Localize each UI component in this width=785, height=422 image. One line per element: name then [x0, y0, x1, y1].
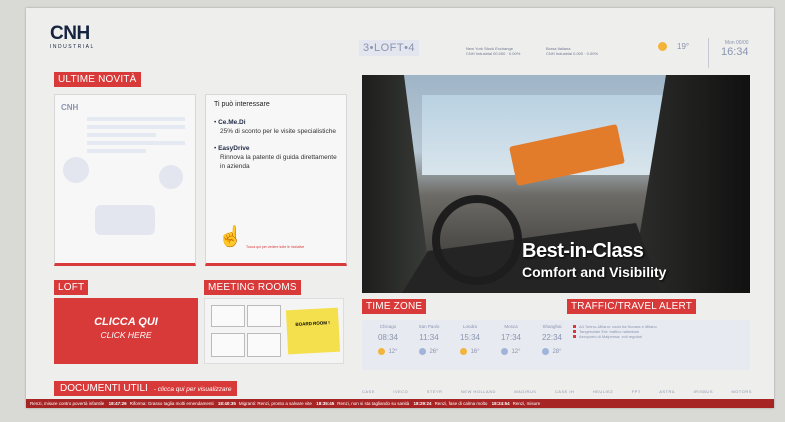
info-card-footer: Tocca qui per vedere tutte le iniziative — [246, 245, 305, 249]
news-doc-text-lines — [87, 117, 185, 157]
market-2-line: CNH Industrial 0.000 · 0.00% — [546, 51, 599, 56]
brand-logos-row: CASE IVECO STEYR NEW HOLLAND MAGIRUS CAS… — [362, 389, 752, 394]
promo-video[interactable]: Best-in-Class Comfort and Visibility — [362, 75, 750, 293]
board-room-note: BOARD ROOM ! — [285, 307, 341, 355]
brand-logo: CASE — [362, 389, 375, 394]
brand-logo: FPT — [631, 389, 641, 394]
brand-logo: HEULIEZ — [592, 389, 614, 394]
video-caption-subtitle: Comfort and Visibility — [522, 264, 667, 280]
timezone-section-title: TIME ZONE — [362, 299, 427, 314]
info-item-text: 25% di sconto per le visite specialistic… — [220, 128, 336, 135]
ticker-time: 18:40:35 — [217, 401, 236, 406]
ticker-item: Renzi, misure — [512, 401, 541, 406]
room-block — [211, 305, 245, 327]
person-illustration-icon — [159, 165, 183, 189]
ticker-item: Renzi, misure contro povertà infantile — [30, 401, 105, 406]
info-item-title: EasyDrive — [218, 145, 250, 152]
loft-click-button[interactable]: CLICCA QUI CLICK HERE — [54, 298, 198, 364]
timezone-temp: 28° — [552, 348, 562, 355]
sun-icon — [460, 348, 468, 355]
meeting-rooms-map[interactable]: BOARD ROOM ! — [204, 298, 344, 364]
cloud-icon — [542, 348, 550, 355]
brand-logo: IRISBUS — [693, 389, 713, 394]
room-block — [247, 333, 281, 357]
ticker-item: Renzi, fase di calma molto — [434, 401, 488, 406]
loft-section-title: LOFT — [54, 280, 89, 295]
market-ticker-borsa: Borsa Italiana CNH Industrial 0.000 · 0.… — [546, 46, 598, 56]
clock-time: 16:34 — [721, 46, 749, 58]
cloud-icon — [419, 348, 427, 355]
timezone-temp: 12° — [511, 348, 521, 355]
news-section-title: ULTIME NOVITÀ — [54, 72, 141, 87]
date-time: Mon 00/00 16:34 — [721, 40, 749, 58]
ticker-time: 18:47:26 — [108, 401, 127, 406]
company-logo: CNH INDUSTRIAL — [50, 23, 95, 51]
digital-signage-screen: CNH INDUSTRIAL 3•LOFT•4 New York Stock E… — [26, 8, 774, 408]
sun-icon — [658, 42, 667, 51]
header-divider — [708, 38, 709, 68]
brand-logo: CASE IH — [554, 389, 575, 394]
weather-widget: 19° — [658, 42, 689, 51]
weather-temp: 19° — [677, 42, 690, 51]
brand-logo: IVECO — [393, 389, 409, 394]
ticker-item: Riforma: Grasso taglia molti emendamenti — [129, 401, 214, 406]
news-document-card[interactable]: CNH — [54, 94, 196, 266]
brand-logo: NEW HOLLAND — [461, 389, 496, 394]
logo-main: CNH — [50, 23, 90, 44]
market-ticker-nyse: New York Stock Exchange CNH Industrial 0… — [466, 46, 520, 56]
ticker-item: Renzi, non si sta tagliando su sanità — [337, 401, 410, 406]
info-card[interactable]: Ti può interessare • Ce.Me.Di 25% di sco… — [205, 94, 347, 266]
ticker-time: 18:24:54 — [491, 401, 510, 406]
docs-label: DOCUMENTI UTILI — [60, 383, 148, 394]
traffic-section-title: TRAFFIC/TRAVEL ALERT — [567, 299, 697, 314]
info-item-title: Ce.Me.Di — [218, 119, 246, 126]
info-item-text: Rinnova la patente di guida direttamente… — [220, 154, 337, 170]
ticker-time: 18:35:45 — [316, 401, 335, 406]
news-doc-logo: CNH — [61, 103, 79, 112]
loft-click-label-en: CLICK HERE — [100, 330, 152, 340]
meeting-section-title: MEETING ROOMS — [204, 280, 301, 295]
info-card-heading: Ti può interessare — [214, 101, 270, 108]
timezone-temp: 16° — [470, 348, 480, 355]
info-item: • Ce.Me.Di 25% di sconto per le visite s… — [214, 118, 338, 136]
video-caption-title: Best-in-Class — [522, 240, 644, 262]
docs-hint: - clicca qui per visualizzare — [153, 386, 232, 393]
info-item: • EasyDrive Rinnova la patente di guida … — [214, 145, 337, 170]
hand-pointer-icon: ☝ — [218, 226, 243, 248]
room-block — [211, 333, 245, 357]
brand-logo: ASTRA — [659, 389, 676, 394]
sun-icon — [378, 348, 386, 355]
loft-click-label-it: CLICCA QUI — [94, 316, 158, 328]
brand-logo: MAGIRUS — [514, 389, 537, 394]
steering-wheel — [432, 195, 522, 285]
doc-graphic-icon — [95, 205, 155, 235]
market-1-line: CNH Industrial 00.000 · 0.00% — [466, 51, 521, 56]
ticker-item: Migranti: Renzi, pronto a salvare vite — [238, 401, 312, 406]
traffic-line-text: Aeroporto di Malpensa: voli regolari — [579, 334, 642, 339]
cloud-icon — [501, 348, 509, 355]
brand-logo: MOTORS — [731, 389, 752, 394]
room-block — [247, 305, 281, 327]
timezone-temp: 26° — [429, 348, 439, 355]
loft-logo: 3•LOFT•4 — [359, 40, 420, 56]
traffic-alert-panel: A4 Torino–Milano: coda tra Novara e Mila… — [567, 320, 750, 370]
brand-logo: STEYR — [426, 389, 443, 394]
docs-link-button[interactable]: DOCUMENTI UTILI - clicca qui per visualiz… — [54, 381, 238, 396]
news-ticker: Renzi, misure contro povertà infantile 1… — [26, 399, 774, 408]
logo-sub: INDUSTRIAL — [50, 44, 95, 50]
ticker-time: 18:29:24 — [413, 401, 432, 406]
traffic-line: Aeroporto di Malpensa: voli regolari — [573, 334, 744, 339]
timezone-temp: 12° — [388, 348, 398, 355]
person-illustration-icon — [63, 157, 89, 183]
